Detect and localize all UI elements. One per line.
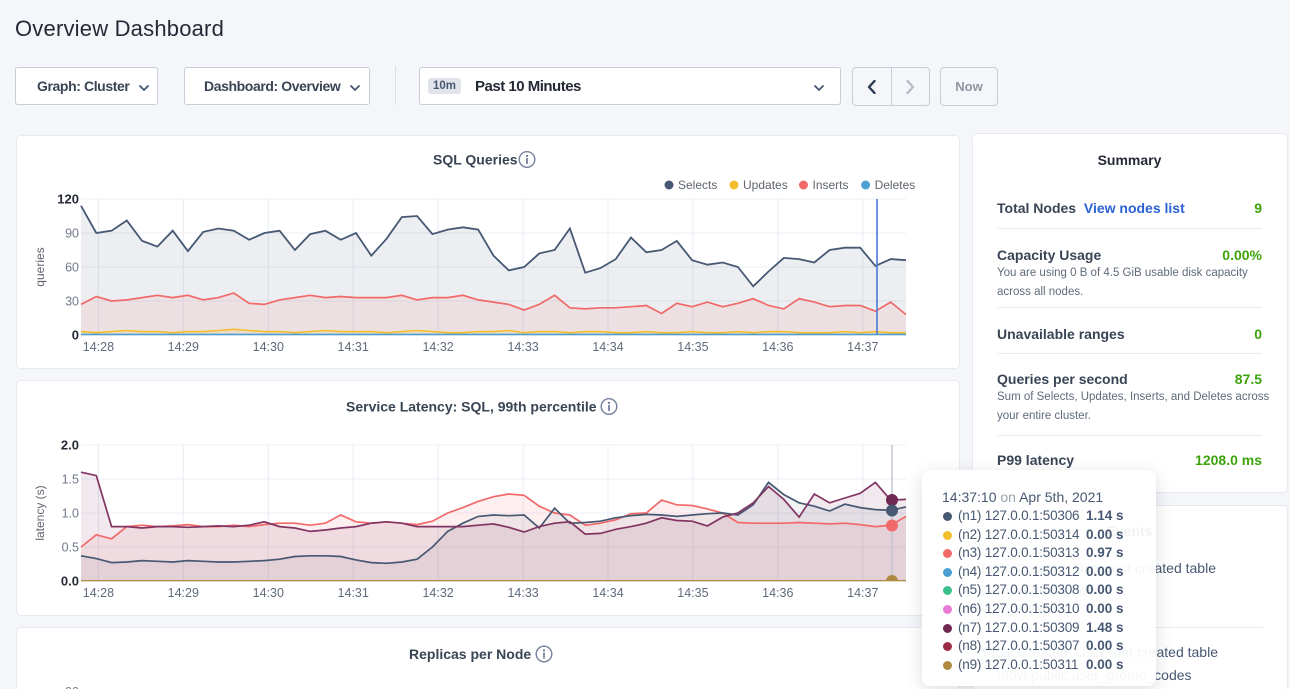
svg-text:14:28: 14:28 [83, 340, 114, 354]
svg-text:14:33: 14:33 [507, 340, 538, 354]
svg-text:Service Latency: SQL, 99th per: Service Latency: SQL, 99th percentile [346, 399, 597, 415]
svg-text:14:34: 14:34 [592, 340, 623, 354]
svg-text:90: 90 [65, 227, 79, 241]
svg-text:14:33: 14:33 [507, 586, 538, 600]
svg-text:14:32: 14:32 [422, 340, 453, 354]
svg-text:1.0: 1.0 [62, 507, 79, 521]
svg-text:14:37: 14:37 [847, 340, 878, 354]
svg-text:60: 60 [65, 261, 79, 275]
svg-text:14:30: 14:30 [253, 586, 284, 600]
svg-text:14:36: 14:36 [762, 340, 793, 354]
svg-text:latency (s): latency (s) [33, 485, 47, 540]
svg-text:Replicas per Node: Replicas per Node [409, 646, 531, 662]
svg-text:0.0: 0.0 [61, 574, 79, 589]
svg-text:14:36: 14:36 [762, 586, 793, 600]
svg-text:SQL Queries: SQL Queries [433, 152, 518, 168]
svg-text:14:37: 14:37 [847, 586, 878, 600]
svg-text:Updates: Updates [743, 178, 788, 192]
svg-text:14:35: 14:35 [677, 340, 708, 354]
svg-text:14:34: 14:34 [592, 586, 623, 600]
svg-text:90: 90 [65, 685, 79, 689]
svg-text:Selects: Selects [678, 178, 717, 192]
svg-text:120: 120 [57, 192, 79, 207]
svg-text:Deletes: Deletes [875, 178, 916, 192]
svg-text:14:31: 14:31 [338, 586, 369, 600]
svg-text:30: 30 [65, 295, 79, 309]
svg-text:14:32: 14:32 [422, 586, 453, 600]
svg-text:0.5: 0.5 [62, 541, 79, 555]
svg-text:queries: queries [33, 247, 47, 286]
svg-text:Inserts: Inserts [813, 178, 849, 192]
svg-text:2.0: 2.0 [61, 438, 79, 453]
svg-text:14:29: 14:29 [168, 340, 199, 354]
svg-text:14:28: 14:28 [83, 586, 114, 600]
svg-text:1.5: 1.5 [62, 473, 79, 487]
svg-text:14:30: 14:30 [253, 340, 284, 354]
svg-text:14:29: 14:29 [168, 586, 199, 600]
svg-text:0: 0 [72, 328, 79, 343]
svg-text:14:35: 14:35 [677, 586, 708, 600]
svg-text:14:31: 14:31 [338, 340, 369, 354]
